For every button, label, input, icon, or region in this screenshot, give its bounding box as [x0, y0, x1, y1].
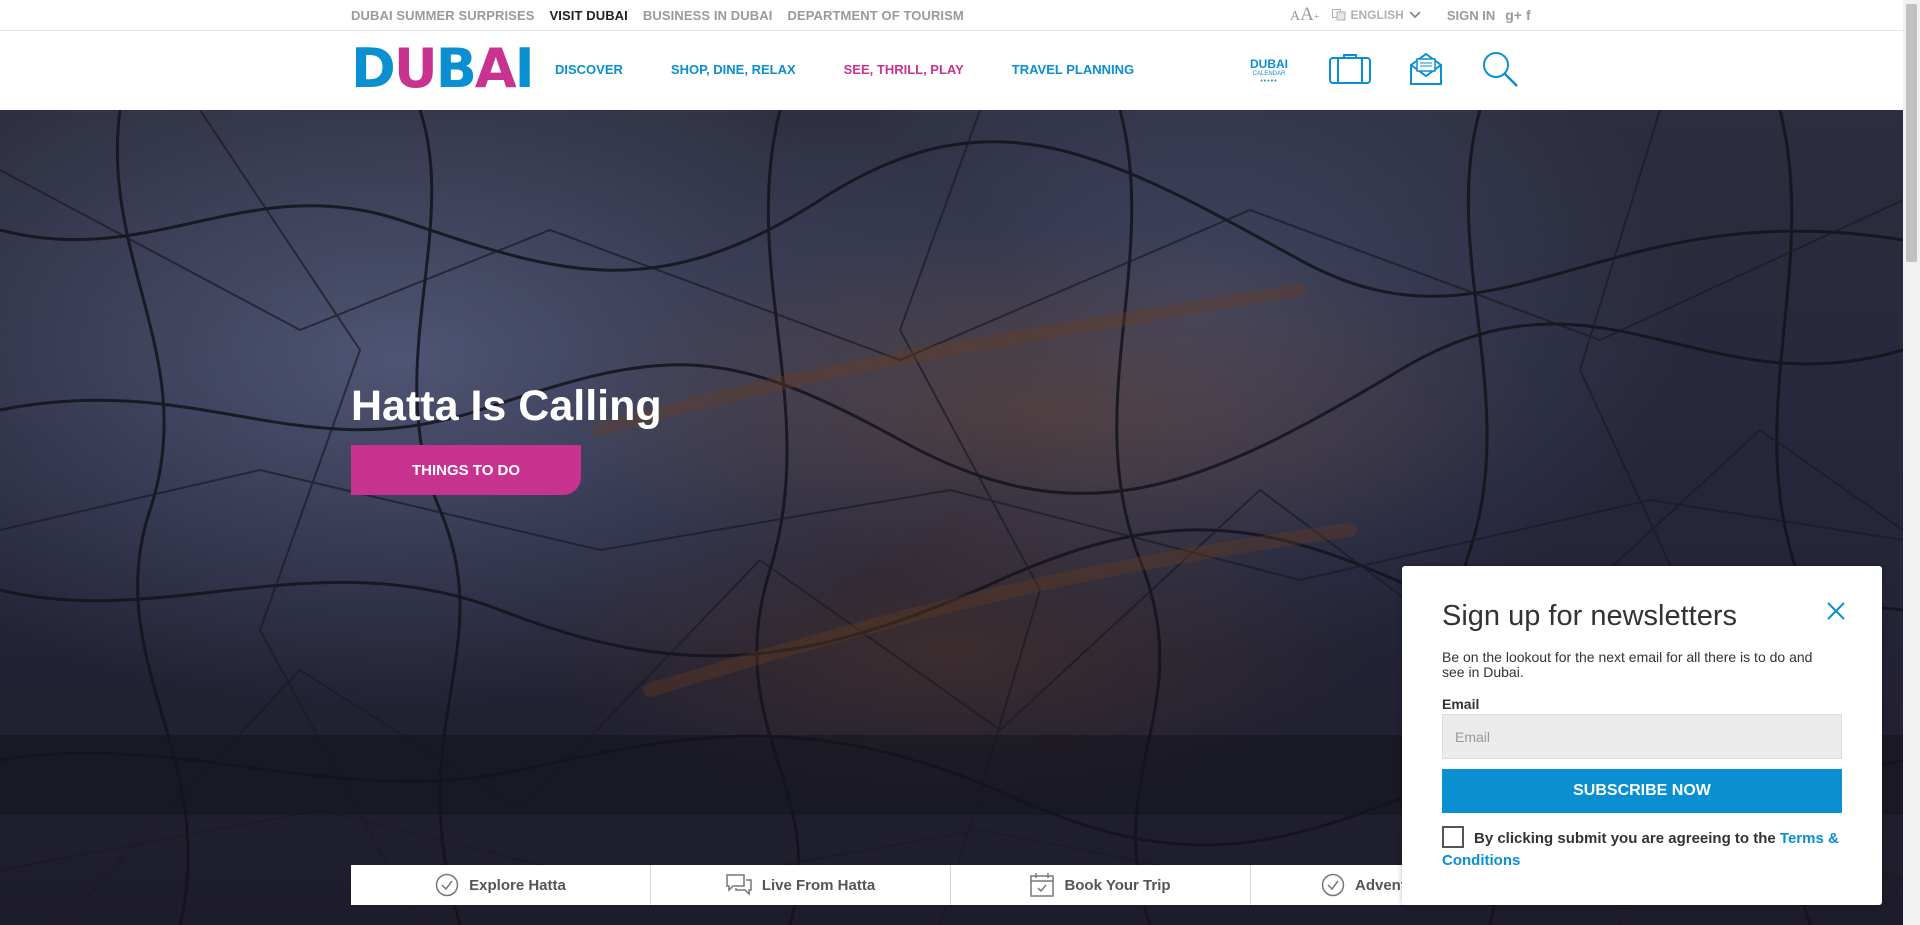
util-link-visit-dubai[interactable]: VISIT DUBAI [550, 8, 628, 23]
tab-label: Explore Hatta [469, 876, 566, 894]
util-link-tourism[interactable]: DEPARTMENT OF TOURISM [787, 8, 963, 23]
util-link-summer-surprises[interactable]: DUBAI SUMMER SURPRISES [351, 8, 535, 23]
newsletter-title: Sign up for newsletters [1442, 600, 1737, 632]
calendar-icon [1030, 873, 1055, 897]
email-input[interactable] [1442, 714, 1842, 759]
subscribe-button[interactable]: SUBSCRIBE NOW [1442, 769, 1842, 813]
nav-see-thrill-play[interactable]: SEE, THRILL, PLAY [844, 62, 964, 77]
page: DUBAI SUMMER SURPRISES VISIT DUBAI BUSIN… [0, 0, 1920, 925]
nav-menu: DISCOVER SHOP, DINE, RELAX SEE, THRILL, … [555, 62, 1182, 77]
mail-icon[interactable] [1409, 52, 1443, 91]
check-circle-icon [1321, 873, 1345, 897]
language-selector[interactable]: ENGLISH [1331, 8, 1421, 22]
nav-shop-dine-relax[interactable]: SHOP, DINE, RELAX [671, 62, 796, 77]
close-icon [1827, 601, 1845, 620]
newsletter-popup: Sign up for newsletters Be on the lookou… [1402, 566, 1882, 905]
dubai-calendar-link[interactable]: DUBAI CALENDAR ••••• [1247, 57, 1291, 86]
things-to-do-button[interactable]: THINGS TO DO [351, 445, 581, 495]
check-circle-icon [435, 873, 459, 897]
language-label: ENGLISH [1350, 8, 1404, 22]
tab-label: Advent [1355, 876, 1406, 894]
briefcase-icon[interactable] [1329, 54, 1371, 89]
font-size-icon[interactable]: A A + [1290, 4, 1320, 26]
tab-label: Live From Hatta [761, 876, 876, 894]
tab-book-your-trip[interactable]: Book Your Trip [951, 865, 1251, 905]
main-nav: DUBAI DISCOVER SHOP, DINE, RELAX SEE, TH… [0, 32, 1903, 110]
email-label: Email [1442, 696, 1480, 712]
nav-discover[interactable]: DISCOVER [555, 62, 623, 77]
chevron-down-icon [1409, 11, 1421, 19]
close-button[interactable] [1824, 600, 1848, 624]
hero-tabs: Explore Hatta Live From Hatta Book Your … [351, 865, 1551, 905]
nav-icons: DUBAI CALENDAR ••••• [1247, 50, 1519, 93]
utility-bar: DUBAI SUMMER SURPRISES VISIT DUBAI BUSIN… [0, 0, 1903, 31]
tab-explore-hatta[interactable]: Explore Hatta [351, 865, 651, 905]
utility-links: DUBAI SUMMER SURPRISES VISIT DUBAI BUSIN… [351, 8, 964, 23]
chat-icon [726, 874, 752, 896]
translate-icon [1331, 9, 1345, 21]
nav-travel-planning[interactable]: TRAVEL PLANNING [1012, 62, 1134, 77]
tab-label: Book Your Trip [1064, 876, 1171, 894]
dubai-logo[interactable]: DUBAI [351, 42, 535, 96]
terms-text: By clicking submit you are agreeing to t… [1442, 830, 1839, 869]
search-icon[interactable] [1481, 50, 1519, 93]
sign-in-link[interactable]: SIGN IN [1447, 8, 1495, 23]
tab-live-from-hatta[interactable]: Live From Hatta [651, 865, 951, 905]
newsletter-description: Be on the lookout for the next email for… [1442, 649, 1813, 680]
util-link-business[interactable]: BUSINESS IN DUBAI [643, 8, 773, 23]
utility-right: A A + ENGLISH SIGN IN g+ f [1290, 4, 1531, 26]
google-plus-icon[interactable]: g+ [1505, 7, 1522, 23]
hero-title: Hatta Is Calling [351, 382, 662, 430]
facebook-icon[interactable]: f [1526, 7, 1531, 23]
scrollbar-thumb[interactable] [1906, 4, 1917, 262]
